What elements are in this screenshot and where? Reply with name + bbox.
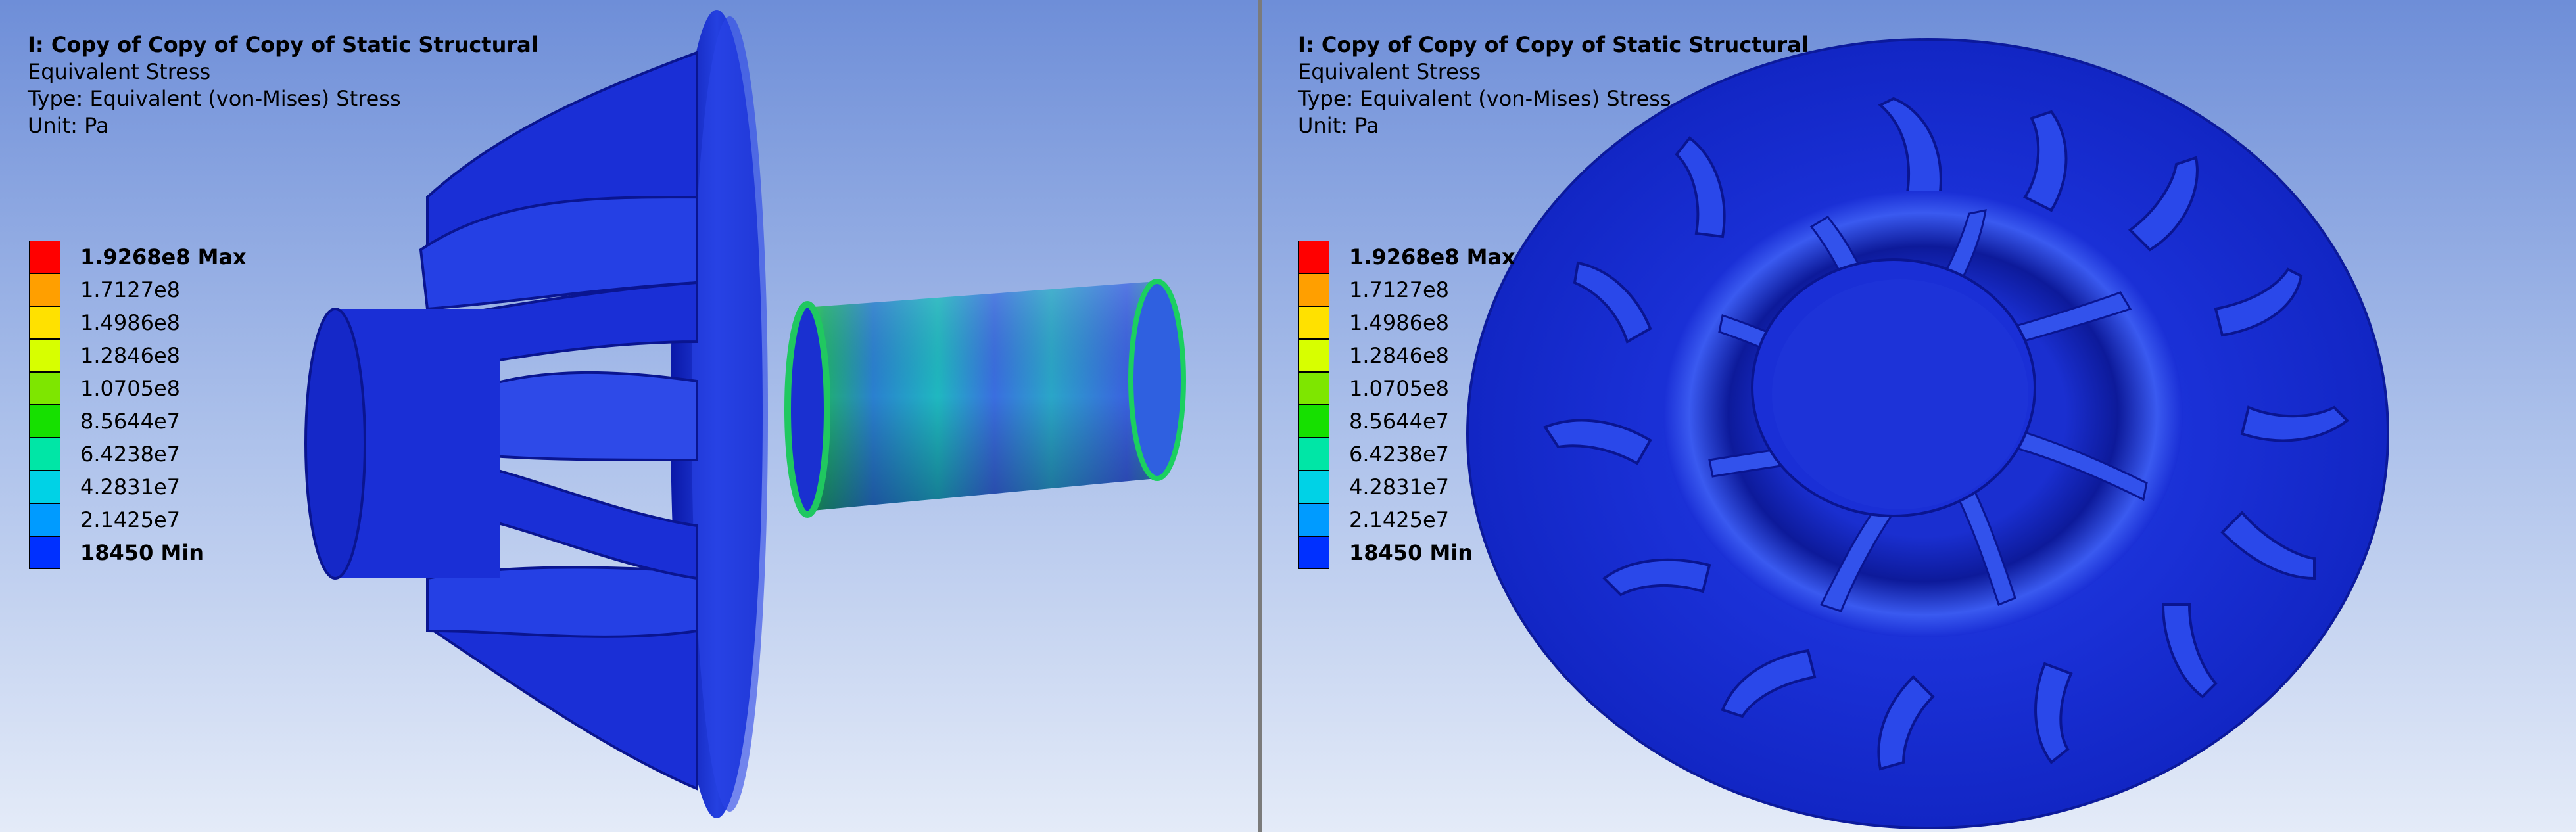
graphics-viewport-right[interactable]: I: Copy of Copy of Copy of Static Struct… — [1262, 0, 2576, 832]
legend-swatch — [1298, 471, 1329, 503]
legend-entry: 1.0705e8 — [1298, 372, 1627, 405]
legend-swatch — [1298, 503, 1329, 536]
legend-swatch — [29, 372, 60, 405]
analysis-title: I: Copy of Copy of Copy of Static Struct… — [28, 32, 538, 57]
legend-label: 1.9268e8 Max — [1349, 244, 1515, 269]
result-header-left: I: Copy of Copy of Copy of Static Struct… — [28, 32, 538, 139]
legend-label: 1.4986e8 — [1349, 310, 1450, 335]
legend-entry: 1.2846e8 — [29, 339, 358, 372]
result-header-right: I: Copy of Copy of Copy of Static Struct… — [1298, 32, 1809, 139]
legend-label: 1.2846e8 — [1349, 343, 1450, 368]
legend-entry: 1.7127e8 — [29, 273, 358, 306]
legend-entry: 6.4238e7 — [1298, 438, 1627, 471]
legend-entry: 1.4986e8 — [29, 306, 358, 339]
result-unit: Unit: Pa — [1298, 113, 1379, 138]
legend-label: 6.4238e7 — [1349, 442, 1450, 467]
legend-label: 1.4986e8 — [80, 310, 181, 335]
legend-label: 18450 Min — [1349, 540, 1473, 565]
legend-label: 1.9268e8 Max — [80, 244, 247, 269]
legend-entry-max: 1.9268e8 Max — [1298, 241, 1627, 273]
legend-label: 1.0705e8 — [80, 376, 181, 401]
legend-label: 18450 Min — [80, 540, 204, 565]
legend-entry: 8.5644e7 — [1298, 405, 1627, 438]
legend-swatch — [1298, 405, 1329, 438]
legend-swatch — [29, 471, 60, 503]
result-name: Equivalent Stress — [1298, 59, 1481, 84]
ansys-results-window: I: Copy of Copy of Copy of Static Struct… — [0, 0, 2576, 832]
legend-swatch — [1298, 241, 1329, 273]
legend-entry-max: 1.9268e8 Max — [29, 241, 358, 273]
legend-entry: 8.5644e7 — [29, 405, 358, 438]
legend-entry-min: 18450 Min — [29, 536, 358, 569]
legend-swatch — [29, 536, 60, 569]
graphics-viewport-left[interactable]: I: Copy of Copy of Copy of Static Struct… — [0, 0, 1258, 832]
legend-swatch — [29, 273, 60, 306]
legend-swatch — [29, 306, 60, 339]
legend-swatch — [29, 503, 60, 536]
legend-label: 4.2831e7 — [80, 474, 181, 499]
legend-entry: 1.2846e8 — [1298, 339, 1627, 372]
legend-entry: 1.4986e8 — [1298, 306, 1627, 339]
legend-swatch — [29, 405, 60, 438]
legend-label: 1.7127e8 — [1349, 277, 1450, 302]
legend-swatch — [1298, 273, 1329, 306]
legend-label: 1.0705e8 — [1349, 376, 1450, 401]
result-type: Type: Equivalent (von-Mises) Stress — [28, 86, 401, 111]
legend-swatch — [1298, 339, 1329, 372]
legend-swatch — [29, 241, 60, 273]
legend-entry: 1.7127e8 — [1298, 273, 1627, 306]
analysis-title: I: Copy of Copy of Copy of Static Struct… — [1298, 32, 1809, 57]
legend-label: 8.5644e7 — [1349, 409, 1450, 434]
result-type: Type: Equivalent (von-Mises) Stress — [1298, 86, 1671, 111]
legend-swatch — [1298, 438, 1329, 471]
legend-label: 2.1425e7 — [80, 507, 181, 532]
legend-entry: 6.4238e7 — [29, 438, 358, 471]
legend-entry: 1.0705e8 — [29, 372, 358, 405]
legend-label: 8.5644e7 — [80, 409, 181, 434]
legend-entry: 2.1425e7 — [29, 503, 358, 536]
legend-swatch — [29, 339, 60, 372]
legend-label: 6.4238e7 — [80, 442, 181, 467]
legend-entry-min: 18450 Min — [1298, 536, 1627, 569]
legend-label: 1.7127e8 — [80, 277, 181, 302]
legend-label: 4.2831e7 — [1349, 474, 1450, 499]
legend-entry: 4.2831e7 — [1298, 471, 1627, 503]
legend-entry: 2.1425e7 — [1298, 503, 1627, 536]
result-name: Equivalent Stress — [28, 59, 211, 84]
result-unit: Unit: Pa — [28, 113, 109, 138]
legend-label: 1.2846e8 — [80, 343, 181, 368]
legend-swatch — [29, 438, 60, 471]
legend-swatch — [1298, 536, 1329, 569]
legend-label: 2.1425e7 — [1349, 507, 1450, 532]
legend-swatch — [1298, 306, 1329, 339]
legend-entry: 4.2831e7 — [29, 471, 358, 503]
legend-swatch — [1298, 372, 1329, 405]
